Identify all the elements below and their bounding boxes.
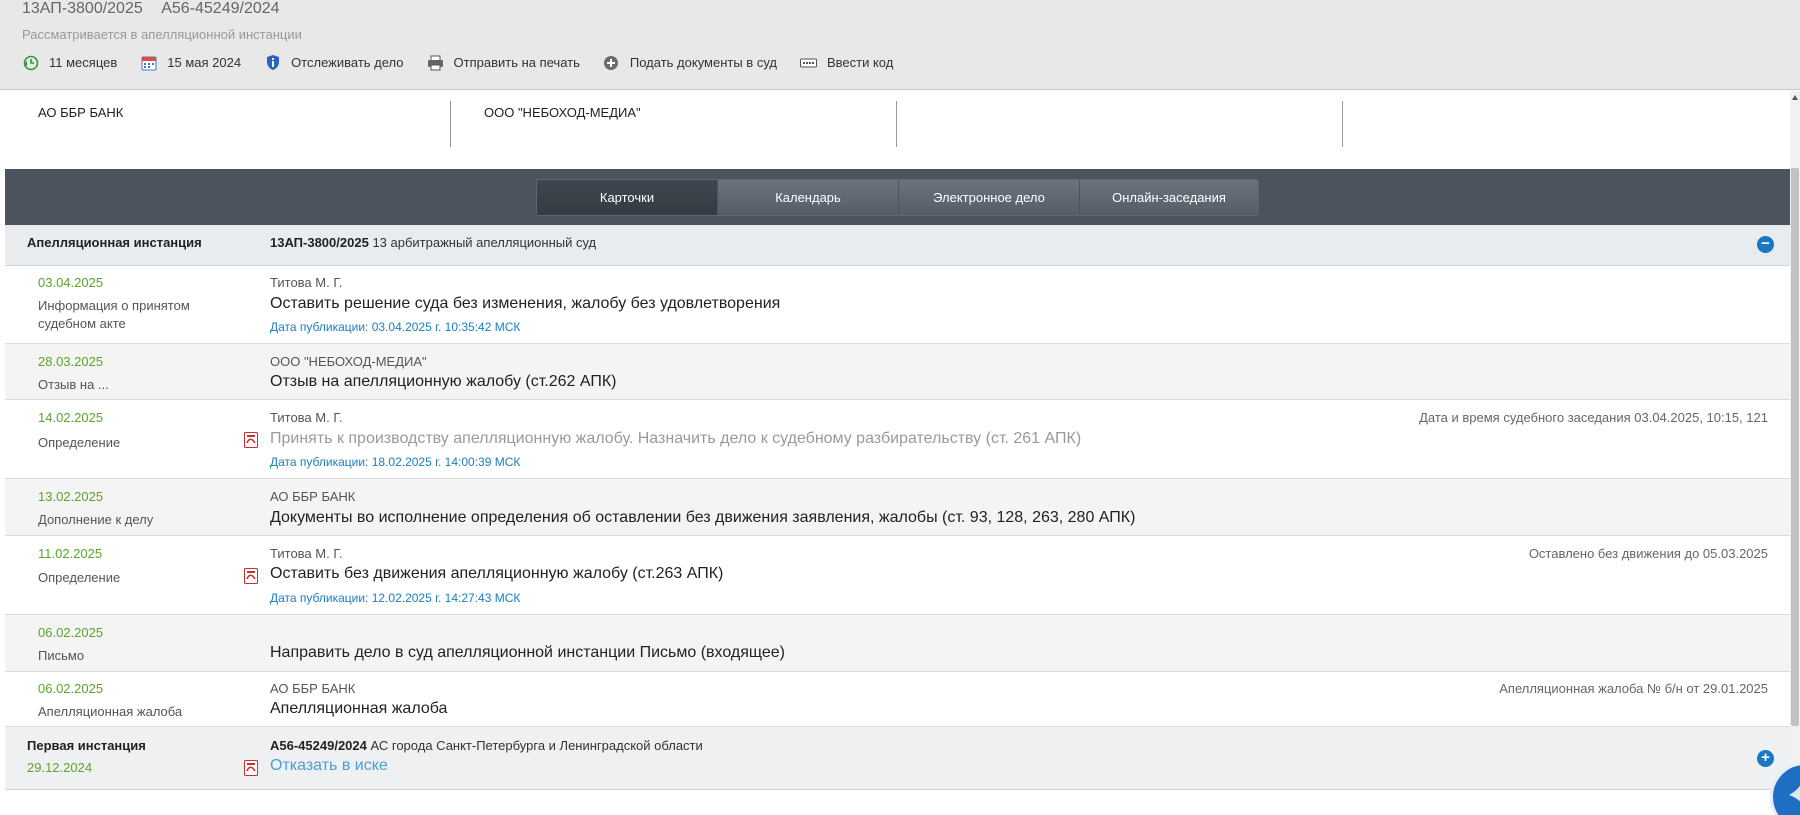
entry-author: Титова М. Г. [270,546,343,561]
entry-date: 06.02.2025 [38,681,104,696]
entry-date: 06.02.2025 [38,625,104,640]
first-case-number[interactable]: А56-45249/2024 [161,0,279,17]
entry-author: ООО "НЕБОХОД-МЕДИА" [270,354,427,369]
printer-icon [427,54,444,71]
pdf-icon[interactable] [243,760,259,776]
shield-info-icon [264,54,281,71]
entry-title: Направить дело в суд апелляционной инста… [270,644,785,661]
party-defendant[interactable]: ООО "НЕБОХОД-МЕДИА" [484,105,641,120]
start-date-label: 15 мая 2024 [167,55,242,70]
entry-title: Документы во исполнение определения об о… [270,509,1136,526]
entry-date: 11.02.2025 [38,546,103,561]
first-instance-header[interactable]: Первая инстанция 29.12.2024 А56-45249/20… [5,727,1790,790]
start-date-button[interactable]: 15 мая 2024 [140,54,241,71]
publication-date-link[interactable]: Дата публикации: 03.04.2025 г. 10:35:42 … [270,320,520,334]
entry-author: АО ББР БАНК [270,489,356,504]
expand-icon[interactable]: + [1757,750,1774,767]
hearing-note: Дата и время судебного заседания 03.04.2… [1419,410,1768,425]
enter-code-label: Ввести код [826,55,894,70]
list-item: 13.02.2025 Дополнение к делу АО ББР БАНК… [5,479,1790,536]
submit-documents-button[interactable]: Подать документы в суд [603,54,777,71]
scroll-up-arrow-icon[interactable] [1792,95,1798,100]
first-instance-date: 29.12.2024 [27,760,93,775]
first-instance-act[interactable]: Отказать в иске [270,757,388,775]
list-item: 28.03.2025 Отзыв на ... ООО "НЕБОХОД-МЕД… [5,344,1790,400]
party-divider [1342,101,1343,147]
entry-date: 14.02.2025 [38,410,104,425]
entry-type: Информация о принятом судебном акте [38,298,190,331]
appeal-court-name: 13 арбитражный апелляционный суд [372,235,597,250]
pdf-icon[interactable] [243,568,259,584]
entry-type: Определение [38,435,121,450]
entry-type: Дополнение к делу [38,512,154,527]
tab-group: Карточки Календарь Электронное дело Онла… [536,179,1259,216]
case-numbers: 13АП-3800/2025 А56-45249/2024 [22,0,294,18]
duration-label: 11 месяцев [49,55,118,70]
print-button[interactable]: Отправить на печать [427,54,580,71]
tab-electronic-case[interactable]: Электронное дело [899,180,1080,215]
scrollbar-thumb[interactable] [1791,168,1799,726]
first-court-name: АС города Санкт-Петербурга и Ленинградск… [370,738,703,753]
entry-author: АО ББР БАНК [270,681,356,696]
tab-online-hearings[interactable]: Онлайн-заседания [1080,180,1258,215]
appeal-instance-header[interactable]: Апелляционная инстанция 13АП-3800/2025 1… [5,225,1790,266]
entry-type: Апелляционная жалоба [38,704,183,719]
collapse-icon[interactable]: − [1757,236,1774,253]
enter-code-button[interactable]: Ввести код [799,54,894,71]
plus-circle-icon [603,54,620,71]
entry-date: 28.03.2025 [38,354,104,369]
case-status: Рассматривается в апелляционной инстанци… [22,27,302,42]
entry-type: Отзыв на ... [38,377,109,392]
parties-row: АО ББР БАНК ООО "НЕБОХОД-МЕДИА" [0,91,1790,169]
entry-title: Оставить решение суда без изменения, жал… [270,295,781,312]
track-case-label: Отслеживать дело [291,55,404,70]
keyboard-icon [799,54,817,71]
track-case-button[interactable]: Отслеживать дело [264,54,404,71]
appeal-case-number[interactable]: 13АП-3800/2025 [22,0,143,17]
entry-type: Определение [38,570,121,585]
calendar-icon [140,54,157,71]
party-plaintiff[interactable]: АО ББР БАНК [38,105,123,120]
publication-date-link[interactable]: Дата публикации: 18.02.2025 г. 14:00:39 … [270,455,520,469]
entry-author: Титова М. Г. [270,410,343,425]
appeal-case-id[interactable]: 13АП-3800/2025 [270,235,369,250]
submit-documents-label: Подать документы в суд [629,55,777,70]
first-instance-case: А56-45249/2024 АС города Санкт-Петербург… [270,738,703,753]
appeal-instance-label: Апелляционная инстанция [27,235,202,250]
list-item: 06.02.2025 Письмо Направить дело в суд а… [5,615,1790,672]
entry-type: Письмо [38,648,85,663]
complaint-note: Апелляционная жалоба № б/н от 29.01.2025 [1499,681,1768,696]
case-header: 13АП-3800/2025 А56-45249/2024 Рассматрив… [0,0,1800,90]
list-item: 03.04.2025 Информация о принятом судебно… [5,266,1790,344]
clock-back-icon [22,54,39,71]
duration-button[interactable]: 11 месяцев [22,54,117,71]
first-instance-label: Первая инстанция [27,738,146,753]
tabs-bar: Карточки Календарь Электронное дело Онла… [5,169,1790,225]
pdf-icon[interactable] [243,432,259,448]
list-item: 14.02.2025 Определение Титова М. Г. Прин… [5,400,1790,479]
print-label: Отправить на печать [453,55,580,70]
entry-title: Отзыв на апелляционную жалобу (ст.262 АП… [270,373,617,390]
appeal-instance-case: 13АП-3800/2025 13 арбитражный апелляцион… [270,235,596,250]
entry-title[interactable]: Оставить без движения апелляционную жало… [270,565,723,583]
entry-title[interactable]: Принять к производству апелляционную жал… [270,430,1081,448]
entry-date: 13.02.2025 [38,489,104,504]
entry-author: Титова М. Г. [270,275,343,290]
status-note: Оставлено без движения до 05.03.2025 [1528,546,1768,561]
first-case-id[interactable]: А56-45249/2024 [270,738,367,753]
tab-calendar[interactable]: Календарь [718,180,899,215]
party-divider [450,101,451,147]
entry-date: 03.04.2025 [38,275,104,290]
list-item: 06.02.2025 Апелляционная жалоба АО ББР Б… [5,672,1790,727]
party-divider [896,101,897,147]
list-item: 11.02.2025 Определение Титова М. Г. Оста… [5,536,1790,615]
entry-title: Апелляционная жалоба [270,700,448,717]
tab-cards[interactable]: Карточки [537,180,718,215]
toolbar: 11 месяцев 15 мая 2024 Отслеживать дело … [22,54,916,71]
publication-date-link[interactable]: Дата публикации: 12.02.2025 г. 14:27:43 … [270,591,520,605]
